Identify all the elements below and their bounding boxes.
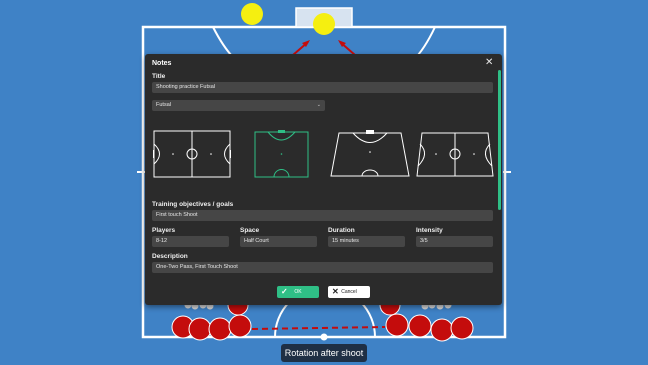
cancel-button[interactable]: ✕ Cancel [328, 286, 370, 298]
dialog-title: Notes [152, 60, 172, 67]
chevron-down-icon: ⌄ [316, 102, 321, 108]
description-label: Description [152, 253, 188, 260]
player-marker [450, 316, 474, 340]
notes-dialog: Notes ✕ Title Shooting practice Futsal F… [145, 54, 502, 305]
ball-marker [241, 3, 263, 25]
check-icon: ✓ [281, 287, 288, 296]
intensity-field[interactable]: 3/5 [416, 236, 493, 247]
ok-button[interactable]: ✓ OK [277, 286, 319, 298]
sport-select-value: Futsal [156, 102, 171, 108]
animation-caption: Rotation after shoot [281, 344, 367, 362]
close-icon[interactable]: ✕ [485, 58, 493, 68]
sport-select[interactable]: Futsal ⌄ [152, 100, 325, 111]
space-field[interactable]: Half Court [240, 236, 317, 247]
player-marker [208, 317, 232, 341]
x-icon: ✕ [332, 287, 339, 296]
description-field[interactable]: One-Two Pass, First Touch Shoot [152, 262, 493, 273]
objectives-label: Training objectives / goals [152, 201, 234, 208]
ball-marker [313, 13, 335, 35]
duration-field[interactable]: 15 minutes [328, 236, 405, 247]
cancel-button-label: Cancel [341, 289, 357, 295]
space-label: Space [240, 227, 260, 234]
court-option-half-selected[interactable] [254, 130, 309, 178]
player-marker [430, 318, 454, 342]
players-label: Players [152, 227, 176, 234]
player-marker [385, 313, 409, 337]
court-option-full-perspective[interactable] [416, 130, 494, 178]
scrollbar[interactable] [498, 70, 501, 210]
player-marker [408, 314, 432, 338]
intensity-label: Intensity [416, 227, 443, 234]
court-option-half-perspective[interactable] [329, 130, 411, 178]
title-label: Title [152, 73, 166, 80]
players-field[interactable]: 8-12 [152, 236, 229, 247]
title-field[interactable]: Shooting practice Futsal [152, 82, 493, 93]
duration-label: Duration [328, 227, 355, 234]
player-marker [228, 314, 252, 338]
objectives-field[interactable]: First touch Shoot [152, 210, 493, 221]
court-option-full-horizontal[interactable] [153, 130, 231, 178]
ok-button-label: OK [294, 289, 302, 295]
player-marker [188, 317, 212, 341]
